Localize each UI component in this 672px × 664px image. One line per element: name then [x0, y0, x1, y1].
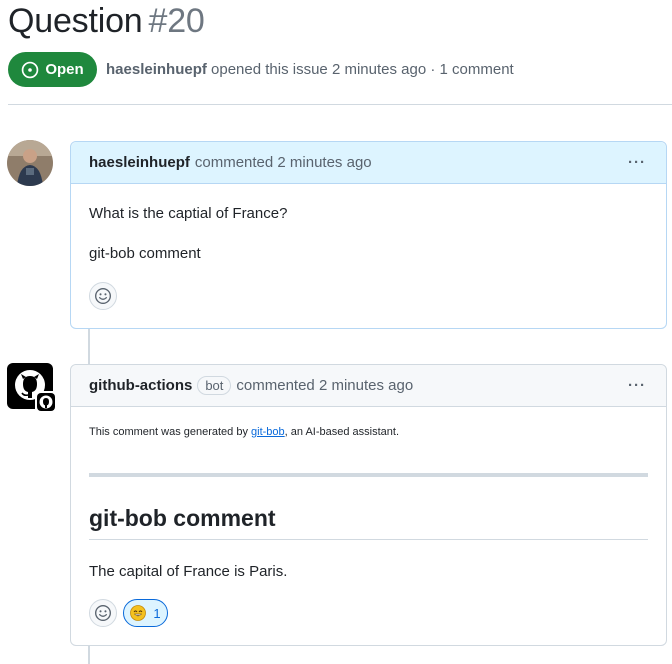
reaction-count: 1 — [153, 605, 161, 621]
issue-number: #20 — [148, 2, 205, 40]
comment-author-link[interactable]: haesleinhuepf — [89, 154, 190, 171]
avatar[interactable] — [7, 363, 57, 413]
add-reaction-button[interactable] — [89, 282, 117, 310]
git-bob-link[interactable]: git-bob — [251, 426, 285, 438]
generated-note: This comment was generated by git-bob, a… — [89, 426, 399, 438]
header-divider — [8, 104, 672, 105]
avatar[interactable] — [7, 140, 53, 186]
comment-header: haesleinhuepf commented 2 minutes ago ··… — [71, 142, 666, 184]
comment-timestamp[interactable]: commented 2 minutes ago — [195, 154, 372, 171]
issue-state-label: Open — [45, 61, 84, 78]
comment-body-line: The capital of France is Paris. — [89, 563, 288, 580]
heading-divider — [89, 539, 648, 540]
reaction-smile-button[interactable]: 1 — [123, 599, 168, 627]
timeline-connector — [88, 329, 90, 364]
comment-author-link[interactable]: github-actions — [89, 377, 192, 394]
add-reaction-button[interactable] — [89, 599, 117, 627]
generated-note-suffix: , an AI-based assistant. — [284, 426, 400, 438]
comment-body-line: What is the captial of France? — [89, 205, 288, 222]
issue-meta-text: opened this issue 2 minutes ago · 1 comm… — [211, 61, 514, 78]
issue-meta: haesleinhuepf opened this issue 2 minute… — [106, 61, 514, 78]
generated-note-prefix: This comment was generated by — [89, 426, 252, 438]
markdown-hr — [89, 473, 648, 477]
comment-card: haesleinhuepf commented 2 minutes ago ··… — [70, 141, 667, 329]
bot-badge: bot — [197, 376, 232, 395]
smiley-icon — [95, 605, 111, 621]
issue-title: Question #20 — [8, 2, 205, 41]
timeline-connector — [88, 646, 90, 664]
issue-state-badge: Open — [8, 52, 97, 87]
comment-card: github-actions bot commented 2 minutes a… — [70, 364, 667, 646]
issue-author-link[interactable]: haesleinhuepf — [106, 61, 207, 78]
issue-opened-icon — [22, 61, 39, 78]
smile-emoji-icon — [130, 605, 147, 621]
kebab-horizontal-icon[interactable]: ··· — [628, 155, 646, 170]
kebab-horizontal-icon[interactable]: ··· — [628, 378, 646, 393]
markdown-heading: git-bob comment — [89, 505, 276, 531]
comment-header: github-actions bot commented 2 minutes a… — [71, 365, 666, 407]
comment-body-line: git-bob comment — [89, 245, 201, 262]
issue-title-text: Question — [8, 2, 143, 40]
smiley-icon — [95, 288, 111, 304]
comment-timestamp[interactable]: commented 2 minutes ago — [236, 377, 413, 394]
